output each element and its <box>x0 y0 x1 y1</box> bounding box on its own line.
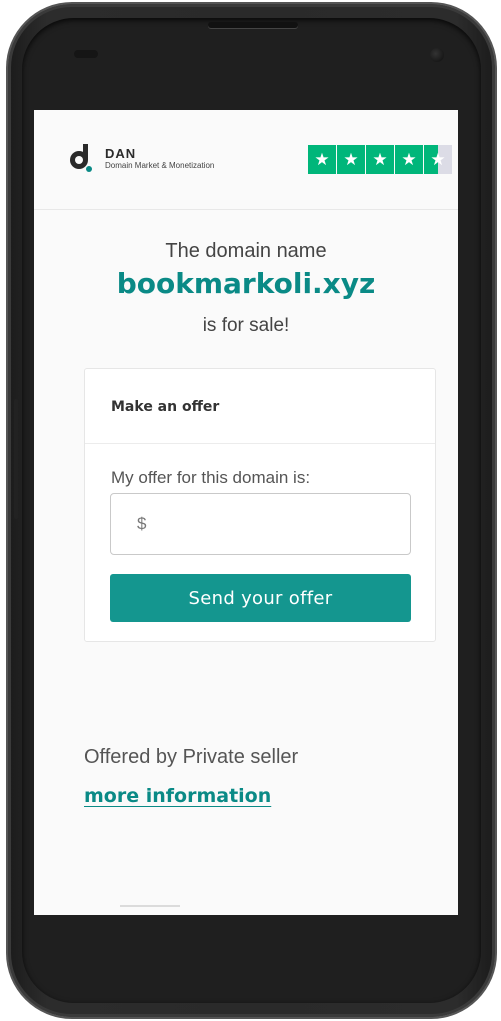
star-icon: ★ <box>366 145 394 174</box>
earpiece-speaker <box>208 22 298 28</box>
site-header: DAN Domain Market & Monetization ★ ★ ★ ★… <box>34 110 458 210</box>
star-icon: ★ <box>395 145 423 174</box>
star-icon: ★ <box>337 145 365 174</box>
brand-tagline: Domain Market & Monetization <box>105 161 215 170</box>
trustpilot-rating[interactable]: ★ ★ ★ ★ ★ <box>308 145 452 174</box>
cutoff-footer-text <box>120 905 180 915</box>
star-icon: ★ <box>308 145 336 174</box>
front-camera-icon <box>430 48 444 62</box>
offer-amount-input[interactable] <box>110 493 411 555</box>
offer-card-header: Make an offer <box>85 369 435 444</box>
more-information-link[interactable]: more information <box>84 785 271 807</box>
offer-card: Make an offer My offer for this domain i… <box>84 368 436 642</box>
sale-status: is for sale! <box>202 315 290 336</box>
half-star-icon: ★ <box>424 145 452 174</box>
brand-name[interactable]: DAN <box>105 146 136 161</box>
side-button <box>14 399 18 519</box>
seller-info: Offered by Private seller <box>84 746 299 768</box>
offer-card-title: Make an offer <box>111 399 220 415</box>
intro-text: The domain name <box>165 240 327 262</box>
offer-label: My offer for this domain is: <box>111 468 311 487</box>
dan-logo-icon[interactable] <box>68 142 92 172</box>
domain-name: bookmarkoli.xyz <box>116 267 376 300</box>
send-offer-button[interactable]: Send your offer <box>110 574 411 622</box>
phone-screen: DAN Domain Market & Monetization ★ ★ ★ ★… <box>34 110 458 915</box>
proximity-sensor <box>74 50 98 58</box>
